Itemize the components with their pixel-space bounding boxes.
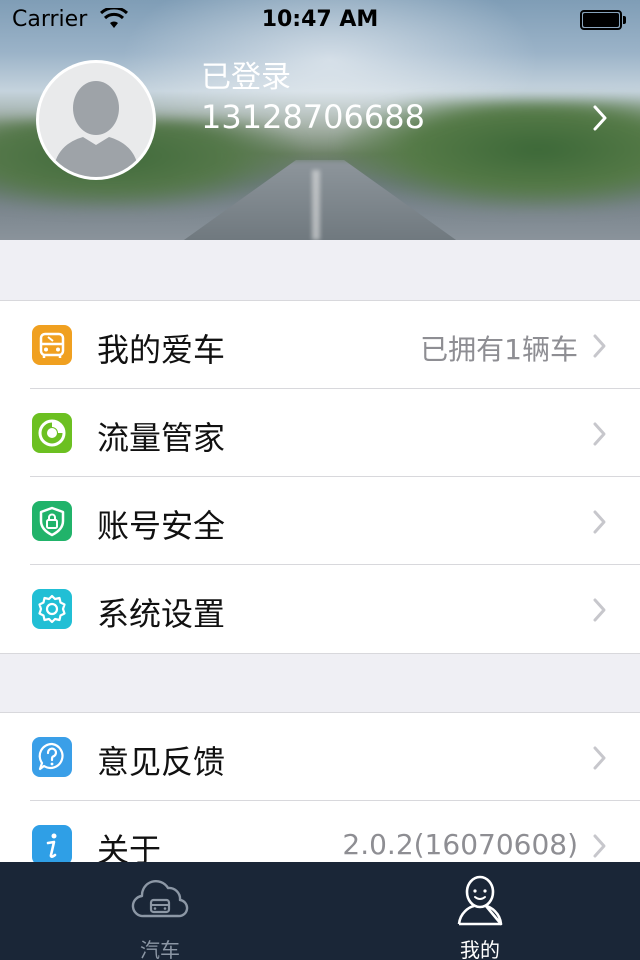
- chevron-right-icon: [593, 834, 606, 858]
- menu-group-secondary: 意见反馈 关于 2.0.2(16070608): [0, 712, 640, 872]
- profile-section[interactable]: 已登录 13128706688: [0, 40, 640, 240]
- chevron-right-icon: [593, 510, 606, 534]
- menu-item-label: 流量管家: [97, 419, 226, 457]
- tab-label: 汽车: [140, 938, 180, 960]
- tab-mine[interactable]: 我的: [320, 862, 640, 960]
- battery-icon: [580, 10, 626, 30]
- status-bar: Carrier 10:47 AM: [0, 0, 640, 40]
- menu-group-main: 我的爱车 已拥有1辆车 流量管家 账号安全 系统设置: [0, 300, 640, 654]
- chevron-right-icon: [593, 598, 606, 622]
- tab-label: 我的: [460, 938, 500, 960]
- phone-number: 13128706688: [201, 98, 425, 136]
- menu-item-label: 系统设置: [97, 595, 226, 633]
- tab-car[interactable]: 汽车: [0, 862, 320, 960]
- menu-item-label: 我的爱车: [97, 331, 226, 369]
- traffic-ring-icon: [32, 413, 72, 453]
- menu-item-detail: 已拥有1辆车: [420, 333, 578, 366]
- default-avatar-icon: [53, 81, 139, 177]
- person-icon: [457, 875, 503, 926]
- info-icon: [32, 825, 72, 865]
- menu-item-account-security[interactable]: 账号安全: [0, 477, 640, 565]
- tab-bar: 汽车 我的: [0, 862, 640, 960]
- chevron-right-icon: [593, 746, 606, 770]
- gear-icon: [32, 589, 72, 629]
- car-icon: [32, 325, 72, 365]
- menu-item-traffic-manager[interactable]: 流量管家: [0, 389, 640, 477]
- question-bubble-icon: [32, 737, 72, 777]
- avatar[interactable]: [36, 60, 156, 180]
- menu-item-label: 意见反馈: [97, 743, 226, 781]
- shield-lock-icon: [32, 501, 72, 541]
- menu-item-label: 账号安全: [97, 507, 226, 545]
- car-cloud-icon: [131, 880, 189, 918]
- status-time: 10:47 AM: [261, 7, 379, 32]
- app-version: 2.0.2(16070608): [342, 828, 578, 861]
- menu-item-system-settings[interactable]: 系统设置: [0, 565, 640, 653]
- profile-header: Carrier 10:47 AM 已登录 13128706688: [0, 0, 640, 240]
- menu-item-feedback[interactable]: 意见反馈: [0, 713, 640, 801]
- menu-item-my-car[interactable]: 我的爱车 已拥有1辆车: [0, 301, 640, 389]
- chevron-right-icon: [593, 105, 607, 131]
- login-status: 已登录: [201, 60, 291, 95]
- chevron-right-icon: [593, 334, 606, 358]
- chevron-right-icon: [593, 422, 606, 446]
